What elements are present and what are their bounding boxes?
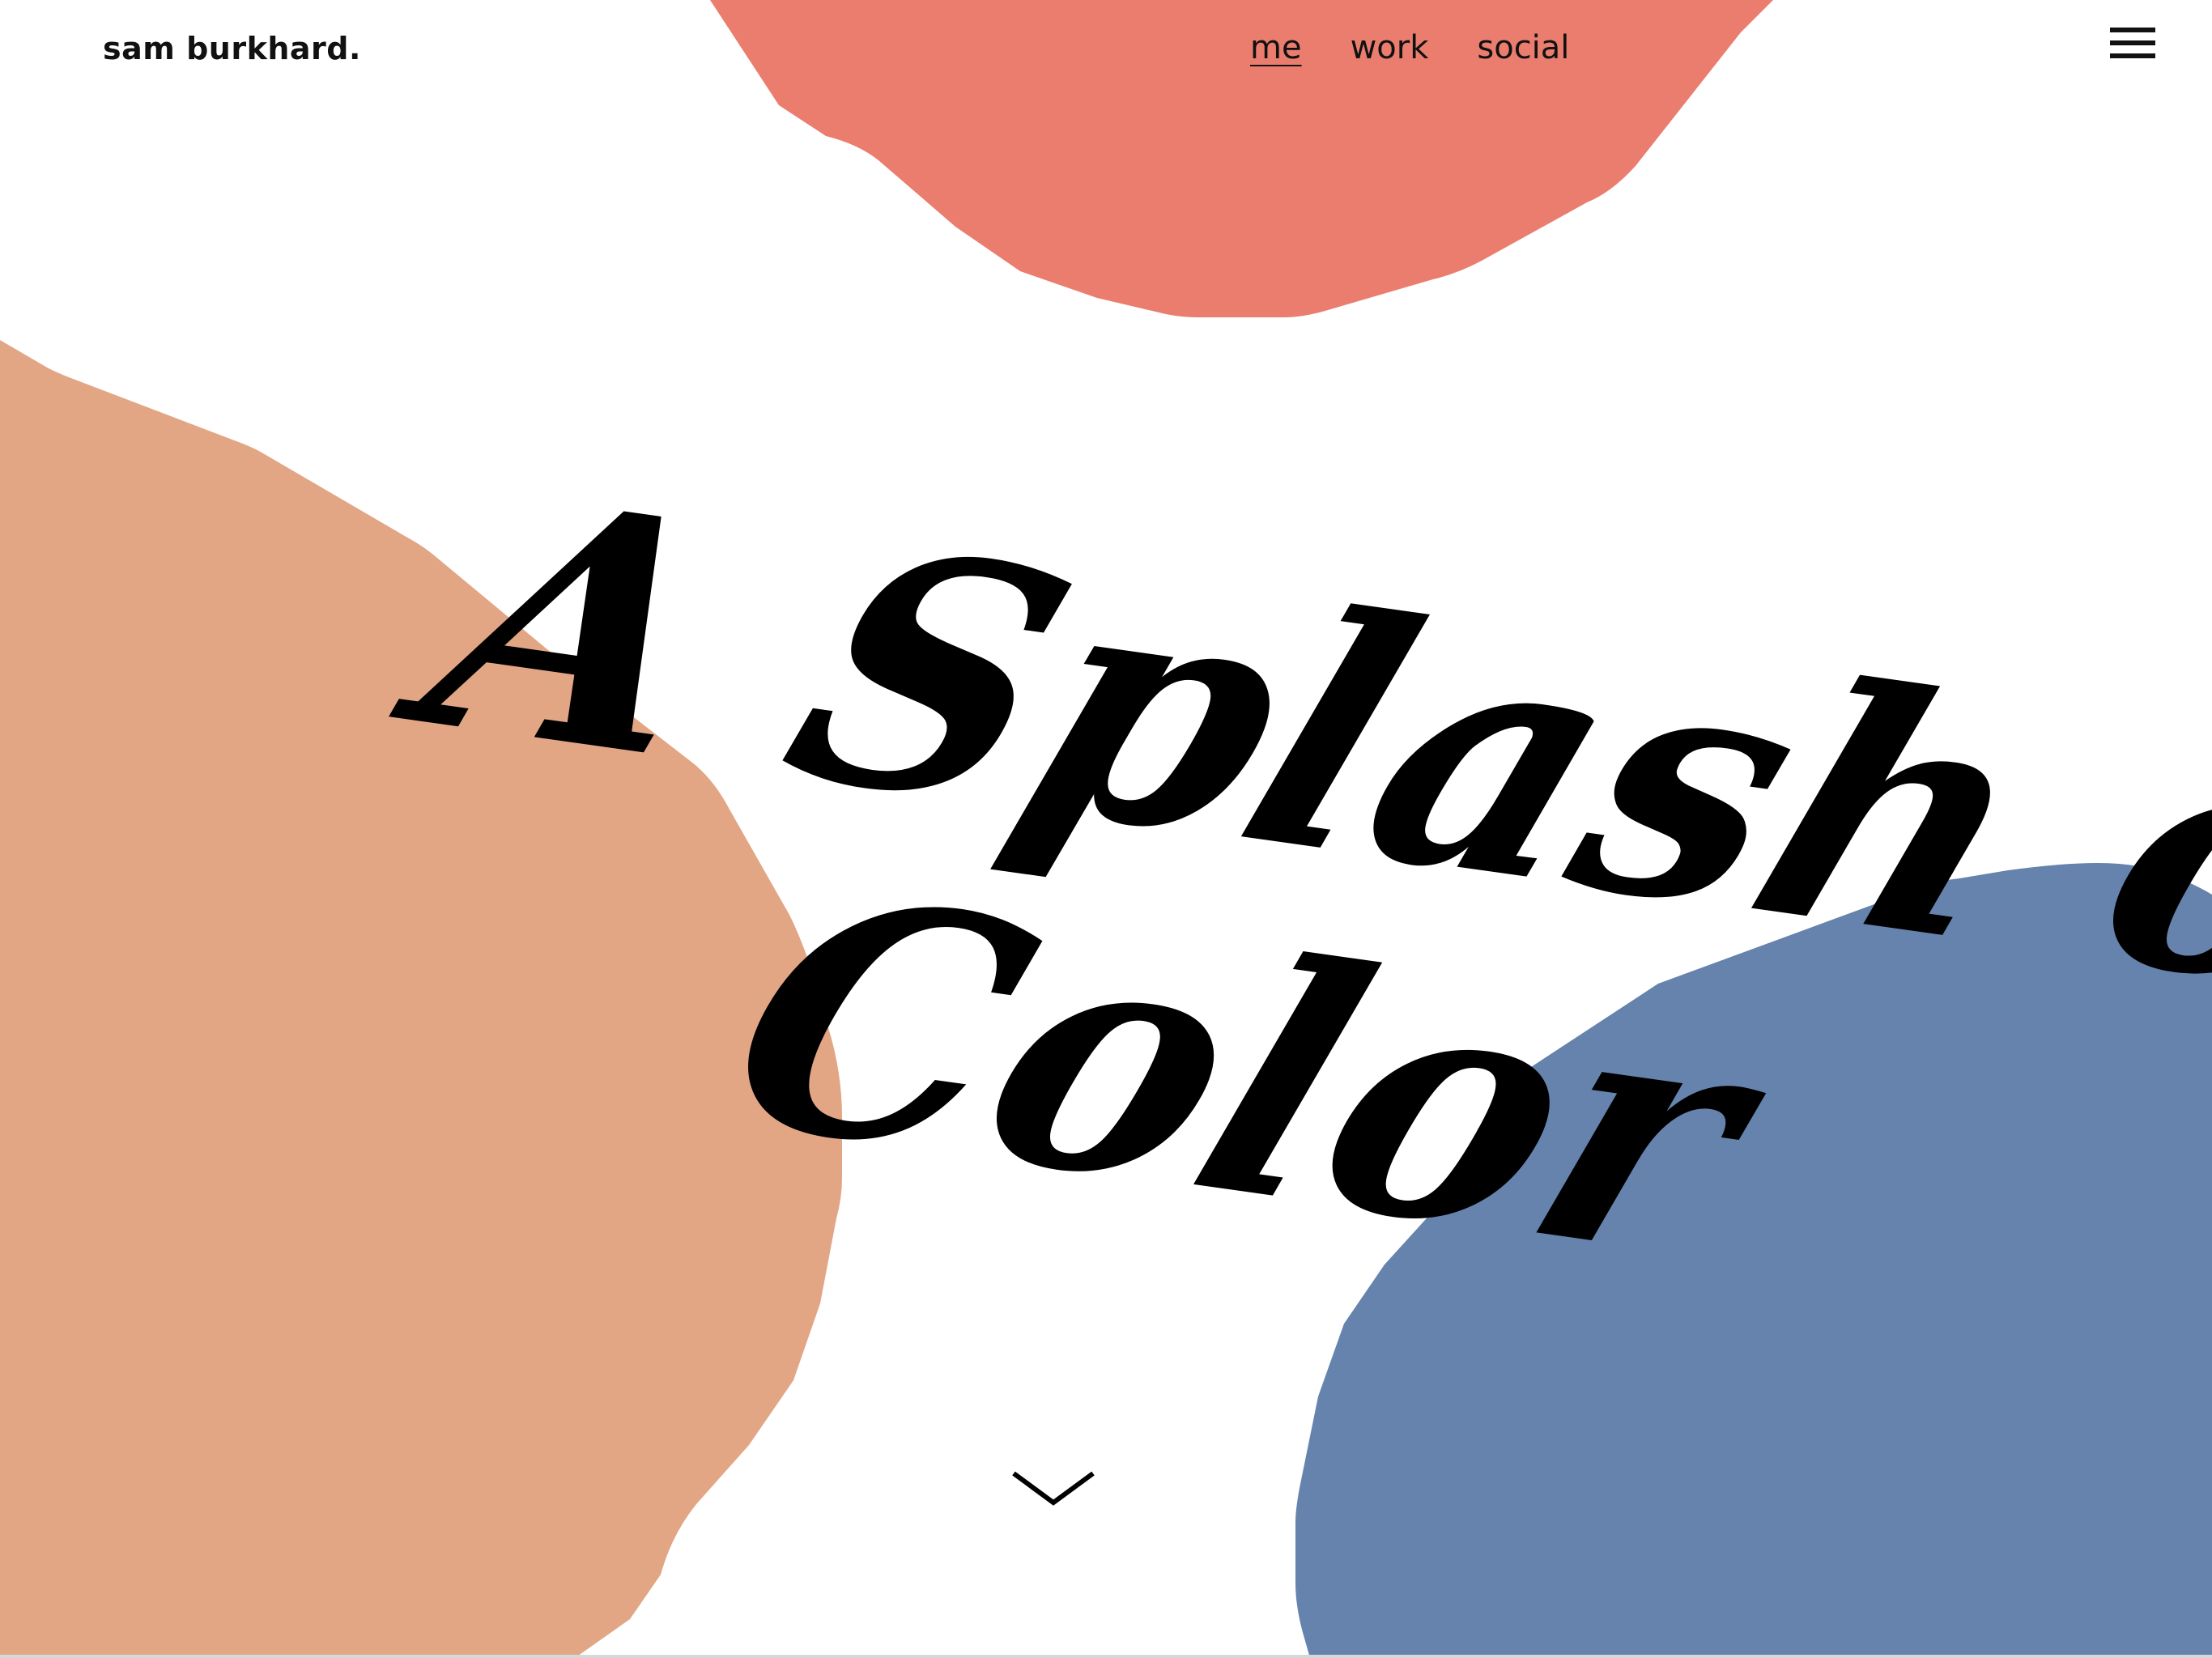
peach-blob (0, 340, 842, 1658)
bottom-divider (0, 1655, 2212, 1658)
decorative-color-blobs (0, 0, 2212, 1658)
nav-link-me[interactable]: me (1250, 29, 1302, 66)
main-nav: me work social (1250, 29, 1569, 66)
menu-button[interactable] (2105, 23, 2155, 65)
coral-blob (710, 0, 1773, 317)
slate-blue-blob (1295, 863, 2212, 1658)
chevron-down-icon (1012, 1471, 1095, 1506)
scroll-down-button[interactable] (1010, 1469, 1096, 1511)
nav-link-work[interactable]: work (1351, 29, 1429, 66)
nav-link-social[interactable]: social (1477, 29, 1569, 66)
page: sam burkhard. me work social A Splash of… (0, 0, 2212, 1658)
site-brand[interactable]: sam burkhard. (103, 31, 361, 66)
